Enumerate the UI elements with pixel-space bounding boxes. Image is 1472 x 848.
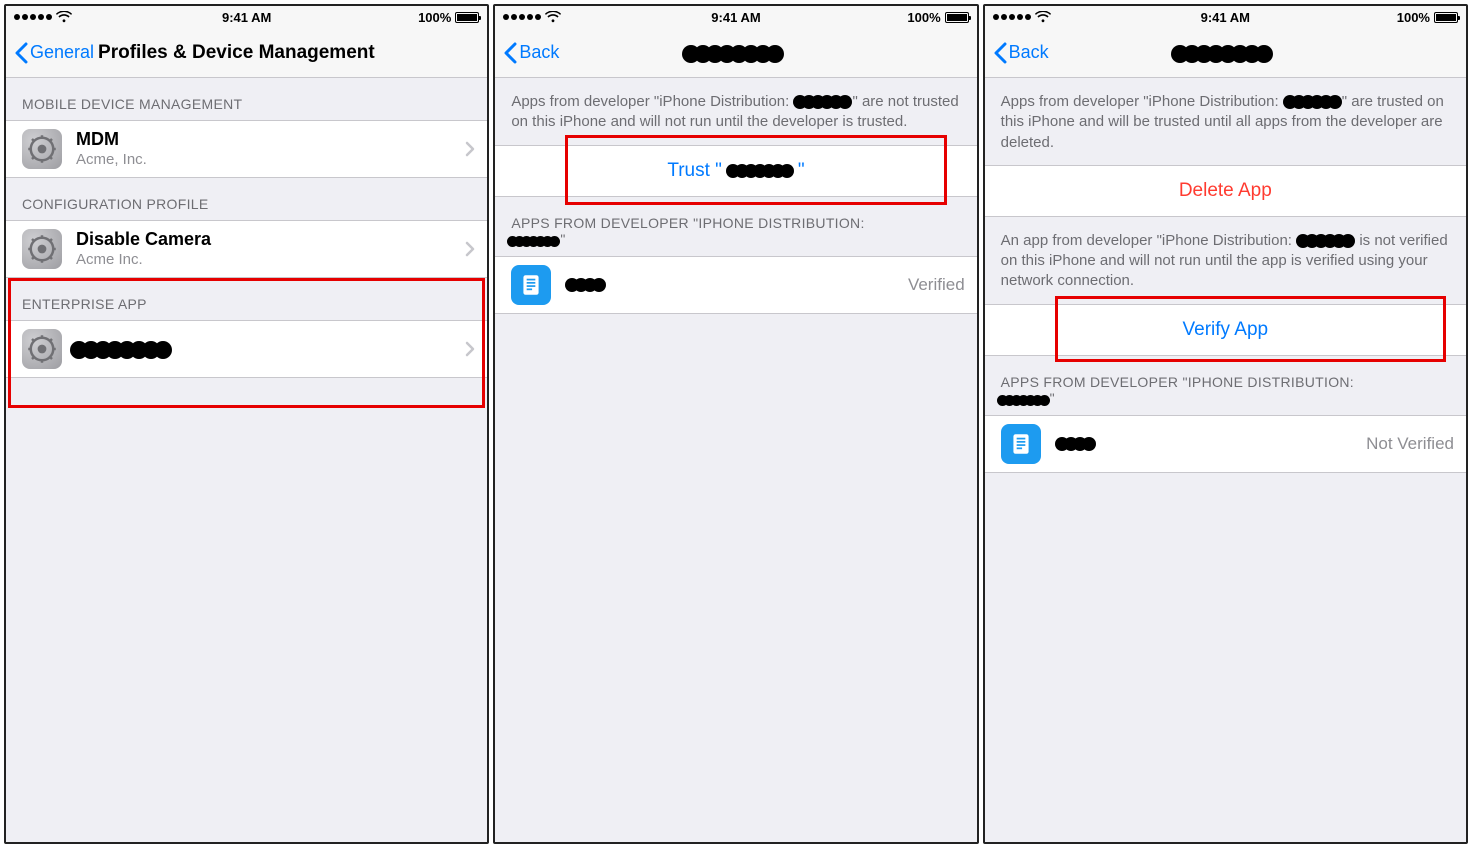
wifi-icon [56,11,72,23]
section-header-apps: APPS FROM DEVELOPER "IPHONE DISTRIBUTION… [985,356,1466,415]
nav-bar: Back [495,28,976,78]
back-button[interactable]: Back [993,42,1049,64]
cell-title: MDM [76,129,459,151]
battery-percent: 100% [1397,10,1430,25]
wifi-icon [1035,11,1051,23]
nav-bar: Back [985,28,1466,78]
screen-trust-developer: 9:41 AM 100% Back Apps from developer "i… [493,4,978,844]
page-title: Profiles & Device Management [98,42,375,64]
app-document-icon [1001,424,1041,464]
battery-icon [1434,12,1458,23]
page-title-redacted [495,42,976,64]
app-verification-status: Not Verified [1366,434,1454,454]
status-time: 9:41 AM [6,10,487,25]
page-title-redacted [985,42,1466,64]
battery-percent: 100% [907,10,940,25]
status-time: 9:41 AM [495,10,976,25]
mdm-profile-cell[interactable]: MDM Acme, Inc. [6,120,487,178]
nav-bar: General Profiles & Device Management [6,28,487,78]
section-header-config: CONFIGURATION PROFILE [6,178,487,220]
battery-icon [945,12,969,23]
signal-strength-icon [503,14,541,20]
section-header-mdm: MOBILE DEVICE MANAGEMENT [6,78,487,120]
app-document-icon [511,265,551,305]
chevron-left-icon [993,42,1007,64]
battery-percent: 100% [418,10,451,25]
cell-subtitle: Acme Inc. [76,251,459,269]
chevron-right-icon [465,241,475,257]
cell-title: Disable Camera [76,229,459,251]
back-button[interactable]: Back [503,42,559,64]
app-row[interactable]: Not Verified [985,415,1466,473]
app-row[interactable]: Verified [495,256,976,314]
trusted-explanation-text: Apps from developer "iPhone Distribution… [985,78,1466,165]
status-time: 9:41 AM [985,10,1466,25]
app-name-redacted [565,276,606,294]
trust-explanation-text: Apps from developer "iPhone Distribution… [495,78,976,145]
status-bar: 9:41 AM 100% [495,6,976,28]
back-label: General [30,42,94,63]
chevron-left-icon [503,42,517,64]
settings-gear-icon [22,229,62,269]
back-label: Back [519,42,559,63]
battery-icon [455,12,479,23]
screen-profiles-list: 9:41 AM 100% General Profiles & Device M… [4,4,489,844]
settings-gear-icon [22,129,62,169]
status-bar: 9:41 AM 100% [985,6,1466,28]
status-bar: 9:41 AM 100% [6,6,487,28]
section-header-apps: APPS FROM DEVELOPER "IPHONE DISTRIBUTION… [495,197,976,256]
config-profile-cell[interactable]: Disable Camera Acme Inc. [6,220,487,278]
verify-app-button[interactable]: Verify App [985,304,1466,356]
app-name-redacted [1055,435,1096,453]
wifi-icon [545,11,561,23]
enterprise-app-cell[interactable] [6,320,487,378]
back-label: Back [1009,42,1049,63]
signal-strength-icon [14,14,52,20]
delete-app-button[interactable]: Delete App [985,165,1466,217]
settings-gear-icon [22,329,62,369]
verify-explanation-text: An app from developer "iPhone Distributi… [985,217,1466,304]
cell-title-redacted [76,338,459,360]
back-button[interactable]: General [14,42,94,64]
app-verification-status: Verified [908,275,965,295]
trust-button[interactable]: Trust " " [495,145,976,197]
chevron-right-icon [465,141,475,157]
chevron-right-icon [465,341,475,357]
signal-strength-icon [993,14,1031,20]
chevron-left-icon [14,42,28,64]
cell-subtitle: Acme, Inc. [76,151,459,169]
section-header-enterprise: ENTERPRISE APP [6,278,487,320]
screen-verify-app: 9:41 AM 100% Back Apps from developer "i… [983,4,1468,844]
